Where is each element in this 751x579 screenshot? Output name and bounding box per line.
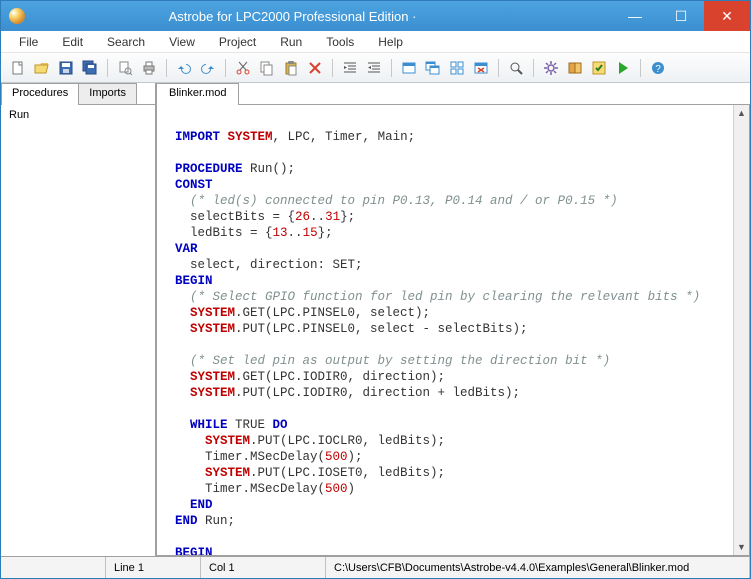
window-grid-icon[interactable] [447, 58, 467, 78]
gear-icon[interactable] [541, 58, 561, 78]
window-title: Astrobe for LPC2000 Professional Edition… [0, 9, 612, 24]
menu-file[interactable]: File [9, 33, 48, 51]
svg-text:?: ? [655, 64, 661, 75]
status-cell-empty [1, 557, 106, 578]
side-panel: Procedures Imports Run [1, 83, 156, 556]
open-file-icon[interactable] [32, 58, 52, 78]
run-icon[interactable] [613, 58, 633, 78]
window-1-icon[interactable] [399, 58, 419, 78]
print-icon[interactable] [139, 58, 159, 78]
procedures-list: Run [1, 105, 155, 556]
close-button[interactable]: ✕ [704, 1, 750, 31]
menu-help[interactable]: Help [368, 33, 413, 51]
status-line: Line 1 [106, 557, 201, 578]
vertical-scrollbar[interactable]: ▲ ▼ [733, 105, 749, 555]
scroll-down-icon[interactable]: ▼ [734, 539, 749, 555]
toolbar: ? [1, 53, 750, 83]
code-content[interactable]: IMPORT SYSTEM, LPC, Timer, Main; PROCEDU… [157, 105, 733, 555]
redo-icon[interactable] [198, 58, 218, 78]
minimize-button[interactable]: — [612, 1, 658, 31]
window-2-icon[interactable] [423, 58, 443, 78]
window-close-icon[interactable] [471, 58, 491, 78]
search-icon[interactable] [506, 58, 526, 78]
statusbar: Line 1 Col 1 C:\Users\CFB\Documents\Astr… [1, 556, 750, 578]
menu-project[interactable]: Project [209, 33, 266, 51]
maximize-button[interactable]: ☐ [658, 1, 704, 31]
scroll-up-icon[interactable]: ▲ [734, 105, 749, 121]
menu-view[interactable]: View [159, 33, 205, 51]
code-editor[interactable]: IMPORT SYSTEM, LPC, Timer, Main; PROCEDU… [156, 105, 750, 556]
new-file-icon[interactable] [8, 58, 28, 78]
save-icon[interactable] [56, 58, 76, 78]
procedure-item[interactable]: Run [7, 108, 149, 122]
menu-run[interactable]: Run [270, 33, 312, 51]
menu-search[interactable]: Search [97, 33, 155, 51]
help-icon[interactable]: ? [648, 58, 668, 78]
status-col: Col 1 [201, 557, 326, 578]
editor-tab[interactable]: Blinker.mod [156, 83, 239, 104]
outdent-icon[interactable] [364, 58, 384, 78]
paste-icon[interactable] [281, 58, 301, 78]
print-preview-icon[interactable] [115, 58, 135, 78]
menu-tools[interactable]: Tools [316, 33, 364, 51]
sidetab-imports[interactable]: Imports [78, 83, 137, 104]
undo-icon[interactable] [174, 58, 194, 78]
cut-icon[interactable] [233, 58, 253, 78]
check-icon[interactable] [589, 58, 609, 78]
titlebar[interactable]: Astrobe for LPC2000 Professional Edition… [1, 1, 750, 31]
copy-icon[interactable] [257, 58, 277, 78]
status-path: C:\Users\CFB\Documents\Astrobe-v4.4.0\Ex… [326, 557, 750, 578]
sidetab-procedures[interactable]: Procedures [1, 83, 79, 104]
delete-icon[interactable] [305, 58, 325, 78]
save-all-icon[interactable] [80, 58, 100, 78]
menubar: File Edit Search View Project Run Tools … [1, 31, 750, 53]
module-icon[interactable] [565, 58, 585, 78]
indent-icon[interactable] [340, 58, 360, 78]
menu-edit[interactable]: Edit [52, 33, 93, 51]
app-window: Astrobe for LPC2000 Professional Edition… [0, 0, 751, 579]
